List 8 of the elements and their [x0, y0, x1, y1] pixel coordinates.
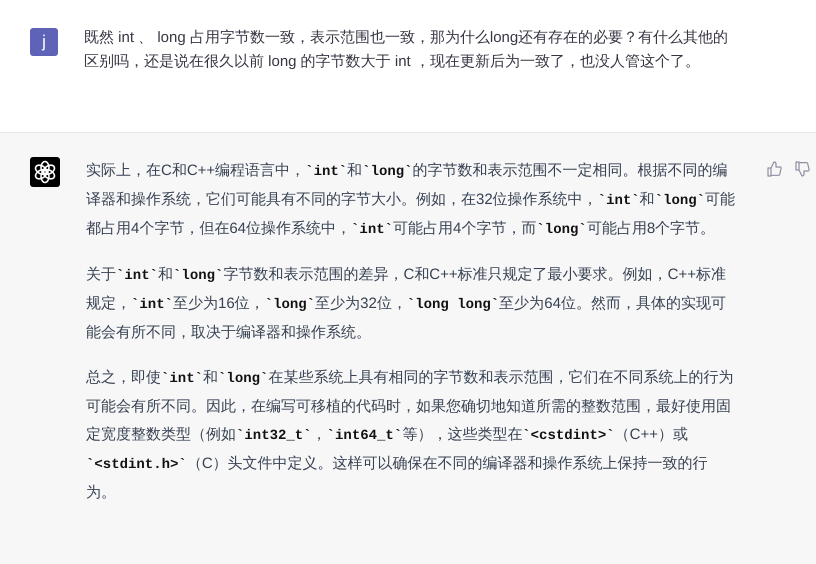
- answer-paragraph: 关于`int`和`long`字节数和表示范围的差异，C和C++标准只规定了最小要求。例如，C++标准规定，`int`至少为16位，`long`至少为32位，`long long`至少为64位。然而，具体的实现可能会有所不同，取决于编译器和操作系统。: [86, 265, 727, 343]
- answer-paragraph: 实际上，在C和C++编程语言中，`int`和`long`的字节数和表示范围不一定相同。根据不同的编译器和操作系统，它们可能具有不同的字节大小。例如，在32位操作系统中，`int`和`long`可能都占用4个字节，但在64位操作系统中，`int`可能占用4个字节，而`long`可能占用8个字节。: [86, 161, 736, 240]
- thumbs-up-icon[interactable]: [766, 161, 782, 177]
- user-question: 既然 int 、 long 占用字节数一致，表示范围也一致，那为什么long还有存在的必要？有什么其他的区别吗，还是说在很久以前 long 的字节数大于 int ，现在更新后为一致了，也没人管这个了。: [84, 28, 730, 72]
- thumbs-down-icon[interactable]: [794, 161, 810, 177]
- user-avatar: j: [30, 28, 58, 56]
- logo-icon: [30, 157, 60, 187]
- answer-paragraph: 总之，即使`int`和`long`在某些系统上具有相同的字节数和表示范围，它们在不同系统上的行为可能会有所不同。因此，在编写可移植的代码时，如果您确切地知道所需的整数范围，最好使用固定宽度整数类型（例如`int32_t`，`int64_t`等），这些类型在`<cstdint>`（C++）或`<stdint.h>`（C）头文件中定义。这样可以确保在不同的编译器和操作系统上保持一致的行为。: [86, 368, 734, 503]
